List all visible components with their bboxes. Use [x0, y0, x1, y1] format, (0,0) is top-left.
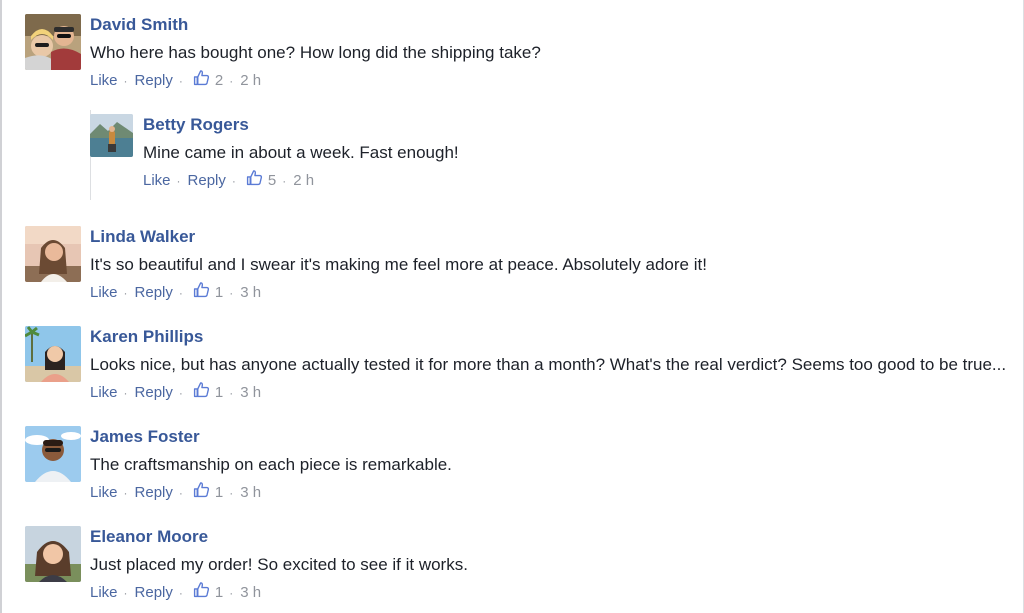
- separator-dot: ·: [123, 486, 128, 500]
- reply-link[interactable]: Reply: [135, 484, 173, 502]
- comment-actions: Like · Reply · 1 · 3 h: [90, 581, 1015, 602]
- reply-link[interactable]: Reply: [135, 584, 173, 602]
- thumbs-up-icon[interactable]: [246, 169, 263, 186]
- like-link[interactable]: Like: [90, 584, 118, 602]
- avatar-photo-man-sky-icon: [25, 426, 81, 482]
- like-link[interactable]: Like: [143, 172, 171, 190]
- separator-dot: ·: [178, 74, 183, 88]
- like-link[interactable]: Like: [90, 284, 118, 302]
- comment-timestamp[interactable]: 2 h: [293, 172, 314, 190]
- like-count[interactable]: 1: [215, 384, 223, 402]
- comment-text: It's so beautiful and I swear it's makin…: [90, 255, 707, 274]
- comment-timestamp[interactable]: 3 h: [240, 284, 261, 302]
- comment-timestamp[interactable]: 2 h: [240, 72, 261, 90]
- avatar[interactable]: [25, 326, 81, 382]
- avatar[interactable]: [90, 114, 133, 157]
- avatar-photo-lake-icon: [90, 114, 133, 157]
- comment-text: The craftsmanship on each piece is remar…: [90, 455, 452, 474]
- comment-author[interactable]: James Foster: [90, 427, 1015, 447]
- comment-actions: Like · Reply · 1 · 3 h: [90, 381, 1015, 402]
- separator-dot: ·: [229, 586, 234, 600]
- reply-link[interactable]: Reply: [135, 284, 173, 302]
- separator-dot: ·: [123, 386, 128, 400]
- separator-dot: ·: [229, 74, 234, 88]
- separator-dot: ·: [176, 174, 181, 188]
- thumbs-up-icon[interactable]: [193, 281, 210, 298]
- separator-dot: ·: [229, 386, 234, 400]
- avatar-photo-woman-selfie-icon: [25, 526, 81, 582]
- comment-timestamp[interactable]: 3 h: [240, 384, 261, 402]
- thumbs-up-icon[interactable]: [193, 69, 210, 86]
- like-count[interactable]: 1: [215, 484, 223, 502]
- comment-author[interactable]: Eleanor Moore: [90, 527, 1015, 547]
- avatar-photo-woman-palms-icon: [25, 326, 81, 382]
- comment-actions: Like · Reply · 1 · 3 h: [90, 481, 1015, 502]
- comment-author[interactable]: Betty Rogers: [143, 115, 1010, 135]
- separator-dot: ·: [178, 486, 183, 500]
- comment-text: Mine came in about a week. Fast enough!: [143, 143, 459, 162]
- reply-link[interactable]: Reply: [188, 172, 226, 190]
- separator-dot: ·: [123, 586, 128, 600]
- avatar[interactable]: [25, 426, 81, 482]
- avatar-photo-woman-outdoor-icon: [25, 226, 81, 282]
- avatar[interactable]: [25, 14, 81, 70]
- comment-author[interactable]: Linda Walker: [90, 227, 1015, 247]
- comment-author[interactable]: Karen Phillips: [90, 327, 1015, 347]
- comment-actions: Like · Reply · 5 · 2 h: [143, 169, 1010, 190]
- like-count[interactable]: 1: [215, 284, 223, 302]
- separator-dot: ·: [123, 286, 128, 300]
- comment-text: Just placed my order! So excited to see …: [90, 555, 468, 574]
- comment-text: Who here has bought one? How long did th…: [90, 43, 541, 62]
- thumbs-up-icon[interactable]: [193, 581, 210, 598]
- separator-dot: ·: [123, 74, 128, 88]
- separator-dot: ·: [282, 174, 287, 188]
- separator-dot: ·: [229, 486, 234, 500]
- thumbs-up-icon[interactable]: [193, 381, 210, 398]
- separator-dot: ·: [231, 174, 236, 188]
- like-count[interactable]: 1: [215, 584, 223, 602]
- like-link[interactable]: Like: [90, 484, 118, 502]
- avatar[interactable]: [25, 226, 81, 282]
- like-link[interactable]: Like: [90, 72, 118, 90]
- separator-dot: ·: [229, 286, 234, 300]
- comment-author[interactable]: David Smith: [90, 15, 1015, 35]
- separator-dot: ·: [178, 386, 183, 400]
- reply-link[interactable]: Reply: [135, 384, 173, 402]
- comment-actions: Like · Reply · 1 · 3 h: [90, 281, 1015, 302]
- comment-text: Looks nice, but has anyone actually test…: [90, 355, 1007, 374]
- comment-actions: Like · Reply · 2 · 2 h: [90, 69, 1015, 90]
- like-count[interactable]: 5: [268, 172, 276, 190]
- like-count[interactable]: 2: [215, 72, 223, 90]
- separator-dot: ·: [178, 286, 183, 300]
- thumbs-up-icon[interactable]: [193, 481, 210, 498]
- window-left-border: [0, 0, 2, 613]
- separator-dot: ·: [178, 586, 183, 600]
- avatar-photo-couple-icon: [25, 14, 81, 70]
- comment-timestamp[interactable]: 3 h: [240, 584, 261, 602]
- avatar[interactable]: [25, 526, 81, 582]
- reply-link[interactable]: Reply: [135, 72, 173, 90]
- comment-timestamp[interactable]: 3 h: [240, 484, 261, 502]
- like-link[interactable]: Like: [90, 384, 118, 402]
